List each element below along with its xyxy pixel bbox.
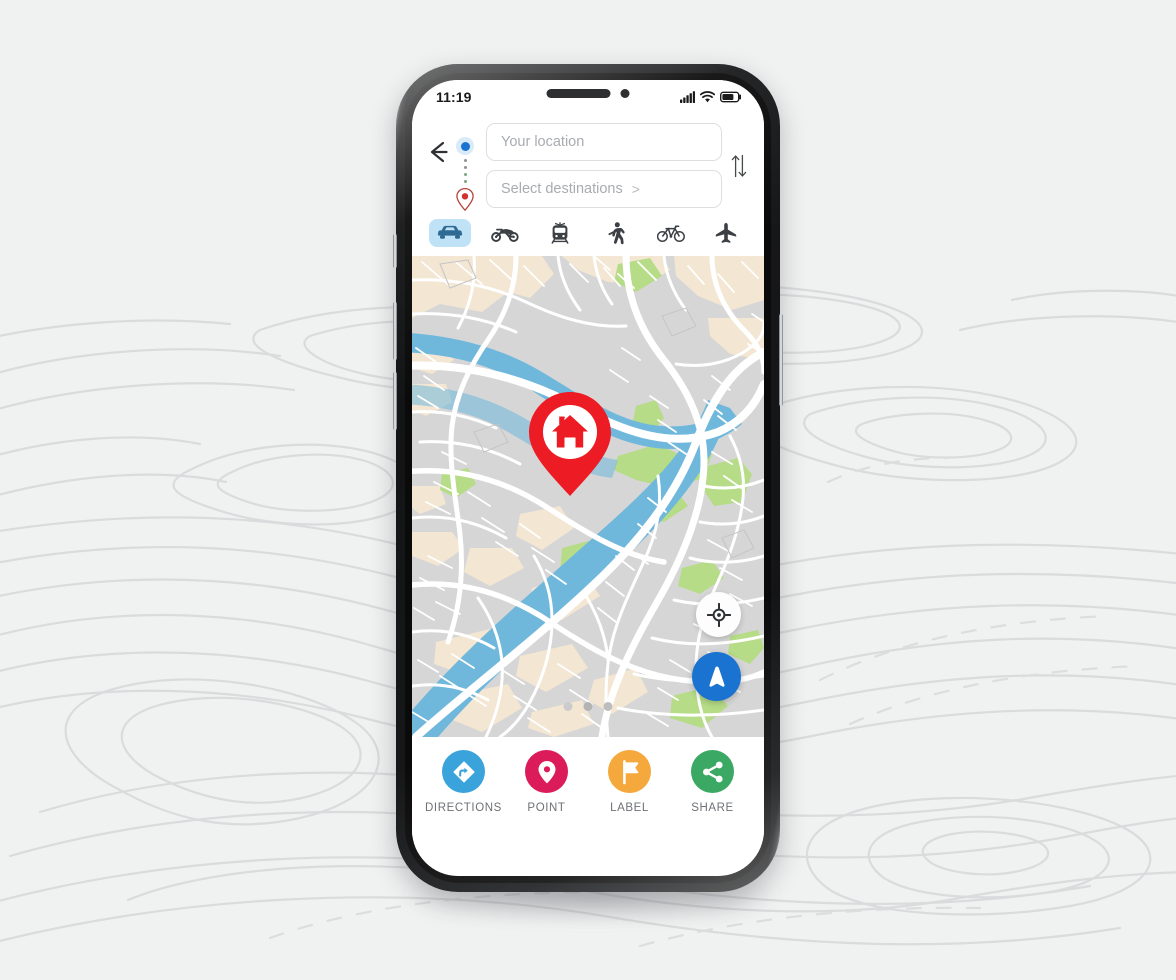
speaker-pill-icon bbox=[546, 89, 611, 98]
route-fields: Your location Select destinations > bbox=[478, 123, 728, 208]
swap-direction-button[interactable] bbox=[728, 153, 750, 179]
signal-bars-icon bbox=[680, 91, 695, 103]
status-time: 11:19 bbox=[436, 89, 472, 105]
action-point[interactable]: POINT bbox=[508, 750, 586, 814]
locate-me-button[interactable] bbox=[696, 592, 741, 637]
share-label: SHARE bbox=[691, 802, 734, 814]
point-label: POINT bbox=[527, 802, 566, 814]
start-navigation-button[interactable] bbox=[692, 652, 741, 701]
directions-label: DIRECTIONS bbox=[425, 802, 502, 814]
map-pin-icon bbox=[538, 760, 555, 783]
phone-screen: 11:19 Your location Select destinations … bbox=[412, 80, 764, 876]
share-icon bbox=[702, 761, 723, 782]
page-dot-3[interactable] bbox=[603, 702, 613, 711]
mode-walk[interactable] bbox=[595, 219, 637, 247]
page-dot-1[interactable] bbox=[563, 702, 573, 711]
airplane-icon bbox=[716, 222, 737, 243]
directions-button[interactable] bbox=[442, 750, 485, 793]
action-label[interactable]: LABEL bbox=[591, 750, 669, 814]
silent-switch-button[interactable] bbox=[393, 234, 397, 268]
status-icons bbox=[680, 91, 742, 103]
phone-mockup: 11:19 Your location Select destinations … bbox=[393, 64, 783, 924]
bottom-action-bar: DIRECTIONS POINT LABEL SHARE bbox=[412, 737, 764, 837]
page-dot-2[interactable] bbox=[583, 702, 593, 711]
navigation-arrow-icon bbox=[708, 666, 725, 687]
route-connector-dots bbox=[463, 155, 467, 187]
status-bar: 11:19 bbox=[412, 80, 764, 114]
mode-motorcycle[interactable] bbox=[484, 219, 526, 247]
route-search-panel: Your location Select destinations > bbox=[412, 114, 764, 212]
walking-icon bbox=[608, 221, 625, 244]
mode-car[interactable] bbox=[428, 219, 471, 247]
crosshair-icon bbox=[706, 602, 731, 627]
swap-vertical-icon bbox=[731, 154, 747, 178]
battery-icon bbox=[720, 91, 741, 103]
origin-placeholder: Your location bbox=[501, 134, 585, 150]
mode-bicycle[interactable] bbox=[650, 219, 692, 247]
action-directions[interactable]: DIRECTIONS bbox=[425, 750, 503, 814]
directions-icon bbox=[452, 760, 475, 783]
back-arrow-icon[interactable] bbox=[426, 139, 452, 165]
destination-pin-icon bbox=[456, 187, 474, 212]
route-markers bbox=[452, 123, 478, 212]
front-camera-dot-icon bbox=[620, 89, 630, 98]
action-share[interactable]: SHARE bbox=[674, 750, 752, 814]
mode-flight[interactable] bbox=[705, 219, 747, 247]
share-button[interactable] bbox=[691, 750, 734, 793]
flag-icon bbox=[622, 759, 638, 784]
motorcycle-icon bbox=[491, 228, 519, 242]
tram-icon bbox=[551, 222, 569, 244]
label-button[interactable] bbox=[608, 750, 651, 793]
origin-input[interactable]: Your location bbox=[486, 123, 722, 161]
transport-modes bbox=[412, 212, 764, 256]
car-icon bbox=[437, 225, 462, 239]
point-button[interactable] bbox=[525, 750, 568, 793]
map-pagination-dots[interactable] bbox=[563, 702, 613, 711]
bicycle-icon bbox=[656, 225, 685, 243]
scene: 11:19 Your location Select destinations … bbox=[0, 0, 1176, 980]
destination-input[interactable]: Select destinations > bbox=[486, 170, 722, 208]
origin-dot-icon bbox=[456, 137, 474, 155]
label-label: LABEL bbox=[610, 802, 649, 814]
dynamic-island bbox=[546, 89, 630, 98]
mode-transit[interactable] bbox=[539, 219, 581, 247]
map-view[interactable] bbox=[412, 256, 764, 737]
destination-chevron: > bbox=[631, 181, 640, 197]
volume-down-button[interactable] bbox=[393, 372, 397, 430]
power-button[interactable] bbox=[779, 314, 783, 406]
wifi-icon bbox=[700, 91, 715, 103]
destination-placeholder: Select destinations bbox=[501, 181, 623, 197]
volume-up-button[interactable] bbox=[393, 302, 397, 360]
